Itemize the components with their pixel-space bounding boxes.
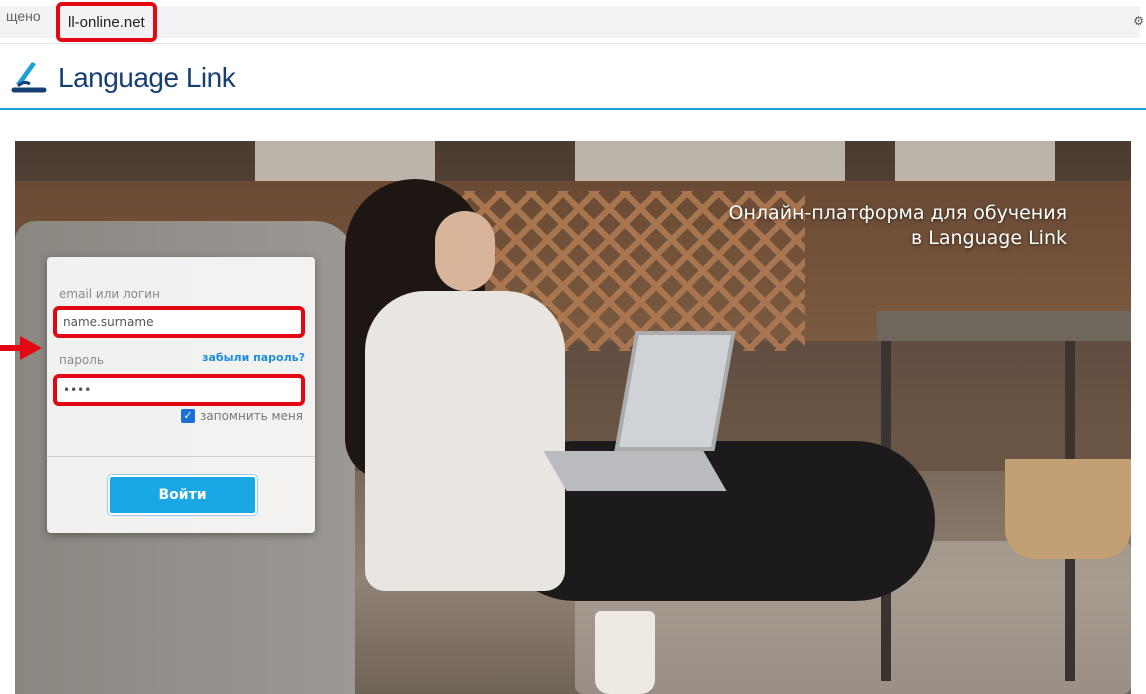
- password-field-highlight: [53, 374, 305, 406]
- settings-icon[interactable]: ⚙: [1133, 14, 1144, 28]
- address-prefix-text: щено: [6, 8, 41, 24]
- browser-address-bar: щено ll-online.net ⚙: [0, 0, 1146, 44]
- password-label: пароль: [59, 353, 104, 367]
- annotation-arrow-icon: [20, 336, 42, 360]
- card-divider: [47, 456, 315, 457]
- hero-laptop-base: [543, 451, 727, 491]
- remember-me-label: запомнить меня: [200, 409, 303, 423]
- remember-me[interactable]: ✓ запомнить меня: [181, 409, 303, 423]
- hero-window: [255, 141, 435, 181]
- email-field[interactable]: [63, 315, 301, 329]
- logo-text: Language Link: [58, 62, 236, 93]
- address-url[interactable]: ll-online.net: [56, 2, 157, 42]
- address-bar-background: [0, 6, 1140, 38]
- hero-window: [575, 141, 845, 181]
- login-card: email или логин пароль забыли пароль? ✓ …: [47, 257, 315, 533]
- forgot-password-link[interactable]: забыли пароль?: [202, 351, 305, 364]
- hero-laptop-screen: [614, 331, 736, 451]
- hero-table: [877, 311, 1131, 341]
- language-link-logo-icon: [11, 62, 47, 93]
- hero-person-face: [435, 211, 495, 291]
- header-divider: [0, 108, 1146, 110]
- hero-basket: [1005, 459, 1131, 559]
- password-field[interactable]: [63, 383, 301, 397]
- hero-window: [895, 141, 1055, 181]
- email-field-highlight: [53, 306, 305, 338]
- login-button[interactable]: Войти: [108, 475, 257, 515]
- email-label: email или логин: [59, 287, 160, 301]
- annotation-arrow-shaft: [0, 345, 22, 351]
- checkbox-checked-icon[interactable]: ✓: [181, 409, 195, 423]
- hero-person-shirt: [365, 291, 565, 591]
- hero-title: Онлайн-платформа для обучения в Language…: [728, 202, 1067, 249]
- site-header: Language Link: [0, 44, 1146, 110]
- logo[interactable]: Language Link: [10, 58, 236, 98]
- hero-mug: [595, 611, 655, 694]
